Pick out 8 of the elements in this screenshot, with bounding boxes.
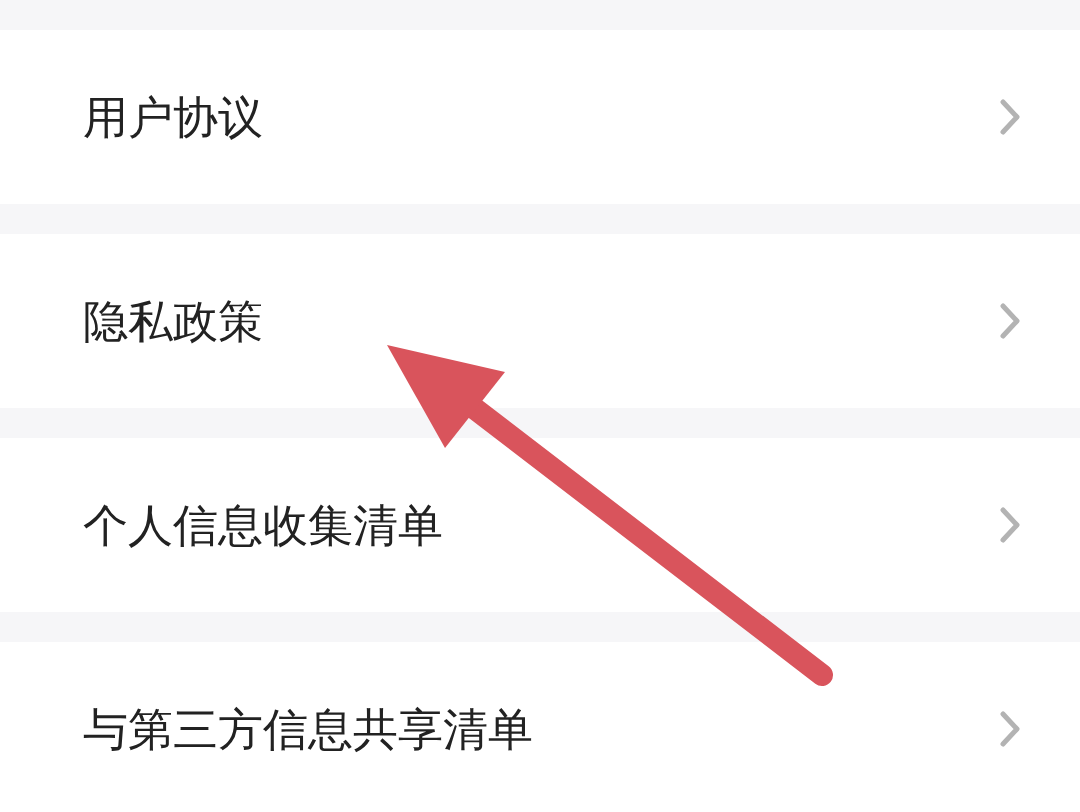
menu-item[interactable]: 用户协议 [0, 30, 1080, 204]
chevron-right-icon [1000, 99, 1020, 135]
menu-item[interactable]: 与第三方信息共享清单 [0, 642, 1080, 812]
menu-item[interactable]: 个人信息收集清单 [0, 438, 1080, 612]
chevron-right-icon [1000, 303, 1020, 339]
chevron-right-icon [1000, 507, 1020, 543]
menu-item[interactable]: 隐私政策 [0, 234, 1080, 408]
chevron-right-icon [1000, 711, 1020, 747]
